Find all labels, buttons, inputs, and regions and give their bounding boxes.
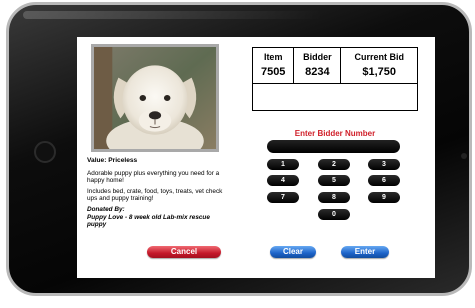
- key-9[interactable]: 9: [368, 192, 400, 203]
- home-button[interactable]: [34, 141, 56, 163]
- key-0[interactable]: 0: [318, 209, 350, 220]
- key-2[interactable]: 2: [318, 159, 350, 170]
- donated-by-label: Donated By:: [87, 205, 125, 213]
- key-7[interactable]: 7: [267, 192, 299, 203]
- bidder-header: Bidder: [293, 47, 342, 64]
- bid-info-table: Item Bidder Current Bid 7505 8234 $1,750: [251, 47, 418, 111]
- bidder-number-input[interactable]: [267, 140, 400, 153]
- item-description: Value: Priceless Adorable puppy plus eve…: [87, 157, 227, 232]
- item-value: Value: Priceless: [87, 157, 138, 164]
- auction-screen: Value: Priceless Adorable puppy plus eve…: [77, 37, 435, 278]
- enter-bidder-label: Enter Bidder Number: [294, 129, 376, 138]
- item-header: Item: [251, 47, 295, 64]
- bezel-highlight: [23, 11, 323, 19]
- clear-button[interactable]: Clear: [270, 246, 316, 258]
- cancel-button[interactable]: Cancel: [147, 246, 221, 258]
- enter-button[interactable]: Enter: [341, 246, 389, 258]
- item-description-line-1: Adorable puppy plus everything you need …: [87, 169, 220, 185]
- key-4[interactable]: 4: [267, 175, 299, 186]
- current-bid: $1,750: [340, 64, 418, 84]
- tablet-frame: Value: Priceless Adorable puppy plus eve…: [6, 2, 472, 296]
- key-6[interactable]: 6: [368, 175, 400, 186]
- donated-by-text: Puppy Love - 8 week old Lab-mix rescue p…: [87, 213, 210, 229]
- item-photo: [91, 44, 219, 164]
- bidder-number: 8234: [293, 64, 342, 84]
- puppy-photo: [94, 47, 216, 164]
- item-description-line-2: Includes bed, crate, food, toys, treats,…: [87, 187, 223, 203]
- key-3[interactable]: 3: [368, 159, 400, 170]
- table-blank-row: [252, 83, 418, 111]
- key-5[interactable]: 5: [318, 175, 350, 186]
- key-1[interactable]: 1: [267, 159, 299, 170]
- item-number: 7505: [251, 64, 295, 84]
- current-bid-header: Current Bid: [340, 47, 418, 64]
- camera-icon: [461, 153, 467, 159]
- key-8[interactable]: 8: [318, 192, 350, 203]
